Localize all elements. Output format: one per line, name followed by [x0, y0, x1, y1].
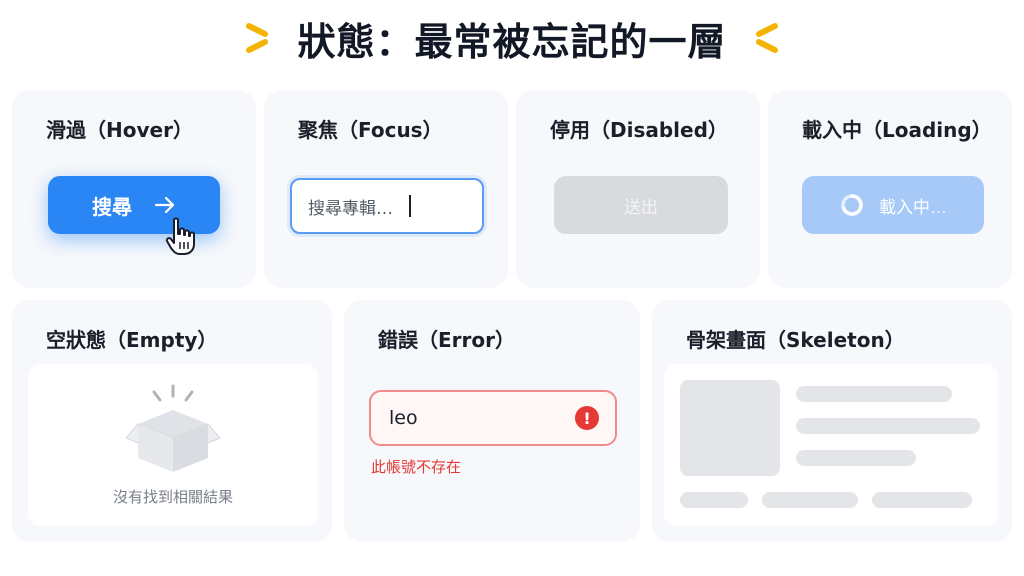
skeleton-state-card: 骨架畫面（Skeleton） [652, 300, 1012, 542]
skeleton-image-placeholder [680, 380, 780, 476]
error-state-card: 錯誤（Error） leo ! 此帳號不存在 [344, 300, 640, 542]
card-title-focus: 聚焦（Focus） [298, 118, 443, 142]
skeleton-chip-placeholder [872, 492, 972, 508]
skeleton-line-placeholder [796, 386, 952, 402]
empty-state-panel: 沒有找到相關結果 [28, 364, 318, 526]
skeleton-line-placeholder [796, 418, 980, 434]
card-title-error: 錯誤（Error） [378, 328, 515, 352]
card-title-hover: 滑過（Hover） [46, 118, 193, 142]
empty-box-icon [125, 384, 221, 472]
sparkle-left-icon [246, 23, 269, 53]
focus-state-card: 聚焦（Focus） 搜尋專輯… [264, 90, 508, 288]
skeleton-chip-placeholder [762, 492, 858, 508]
skeleton-line-placeholder [796, 450, 916, 466]
error-message: 此帳號不存在 [371, 458, 462, 476]
card-title-empty: 空狀態（Empty） [46, 328, 218, 352]
skeleton-panel [664, 364, 998, 526]
loading-state-card: 載入中（Loading） 載入中… [768, 90, 1012, 288]
hover-state-card: 滑過（Hover） 搜尋 [12, 90, 256, 288]
empty-state-message: 沒有找到相關結果 [112, 488, 233, 506]
empty-state-card: 空狀態（Empty） 沒有找到相關結果 [12, 300, 332, 542]
search-input-placeholder: 搜尋專輯… [308, 198, 393, 219]
page-title: 狀態：最常被忘記的一層 [297, 19, 727, 64]
card-title-loading: 載入中（Loading） [802, 118, 992, 142]
loading-button: 載入中… [802, 176, 984, 234]
disabled-state-card: 停用（Disabled） 送出 [516, 90, 760, 288]
loading-button-label: 載入中… [879, 197, 947, 217]
card-title-skeleton: 骨架畫面（Skeleton） [686, 328, 905, 352]
hand-pointer-icon [165, 217, 195, 255]
account-input-error[interactable]: leo ! [369, 390, 617, 446]
text-caret [409, 195, 411, 217]
spinner-icon [841, 194, 863, 216]
page-header: 狀態：最常被忘記的一層 [0, 10, 1024, 66]
exclamation-circle-icon: ! [575, 406, 599, 430]
card-title-disabled: 停用（Disabled） [550, 118, 728, 142]
submit-button-label: 送出 [624, 197, 658, 217]
arrow-right-icon [154, 196, 175, 214]
skeleton-chip-placeholder [680, 492, 748, 508]
submit-button-disabled: 送出 [554, 176, 728, 234]
account-input-value: leo [389, 407, 418, 429]
sparkle-right-icon [755, 23, 778, 53]
search-button-label: 搜尋 [92, 196, 132, 219]
search-album-input[interactable]: 搜尋專輯… [290, 178, 484, 234]
